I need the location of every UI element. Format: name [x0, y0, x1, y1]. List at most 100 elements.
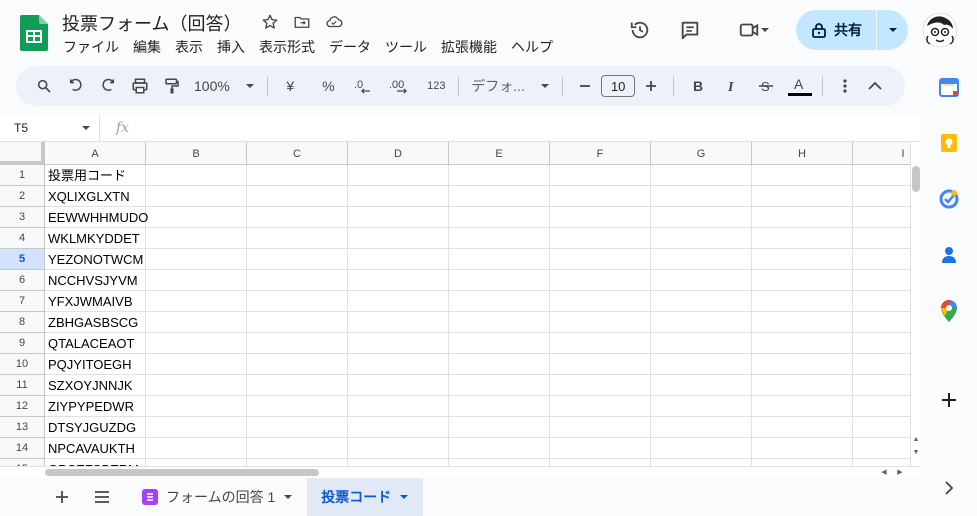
grid-cell[interactable] — [146, 291, 247, 312]
grid-cell[interactable]: QPCEFSBERM — [45, 459, 146, 466]
grid-cell[interactable] — [651, 459, 752, 466]
grid-cell[interactable] — [449, 333, 550, 354]
column-header[interactable]: I — [853, 142, 910, 165]
grid-cell[interactable]: YFXJWMAIVB — [45, 291, 146, 312]
column-header[interactable]: E — [449, 142, 550, 165]
keep-icon[interactable] — [937, 131, 961, 155]
grid-cell[interactable]: DTSYJGUZDG — [45, 417, 146, 438]
grid-cell[interactable] — [348, 375, 449, 396]
paint-format-icon[interactable] — [158, 72, 186, 100]
grid-cell[interactable] — [449, 375, 550, 396]
grid-cell[interactable] — [348, 333, 449, 354]
row-header[interactable]: 12 — [0, 396, 45, 417]
grid-cell[interactable]: YEZONOTWCM — [45, 249, 146, 270]
grid-cell[interactable] — [752, 396, 853, 417]
grid-cell[interactable] — [348, 165, 449, 186]
currency-format-button[interactable]: ¥ — [276, 72, 304, 100]
grid-cell[interactable] — [247, 438, 348, 459]
grid-cell[interactable] — [449, 438, 550, 459]
grid-cell[interactable] — [449, 417, 550, 438]
grid-cell[interactable] — [449, 396, 550, 417]
grid-cell[interactable]: WKLMKYDDET — [45, 228, 146, 249]
grid-cell[interactable] — [348, 186, 449, 207]
grid-cell[interactable] — [651, 438, 752, 459]
grid-cell[interactable]: NPCAVAUKTH — [45, 438, 146, 459]
grid-cell[interactable] — [752, 207, 853, 228]
font-size-input[interactable]: 10 — [601, 75, 636, 97]
grid-cell[interactable] — [449, 165, 550, 186]
grid-cell[interactable] — [146, 354, 247, 375]
all-sheets-button[interactable] — [86, 481, 118, 513]
grid-cell[interactable] — [449, 249, 550, 270]
grid-cell[interactable] — [853, 186, 910, 207]
column-header[interactable]: A — [45, 142, 146, 165]
grid-cell[interactable] — [247, 459, 348, 466]
grid-cell[interactable] — [651, 354, 752, 375]
grid-cell[interactable] — [853, 270, 910, 291]
chevron-down-icon[interactable] — [399, 492, 409, 502]
grid-cell[interactable]: QTALACEAOT — [45, 333, 146, 354]
horizontal-scrollbar[interactable]: ◀ ▶ — [0, 466, 921, 478]
row-header[interactable]: 6 — [0, 270, 45, 291]
vertical-scroll-thumb[interactable] — [912, 166, 920, 192]
grid-cell[interactable] — [651, 270, 752, 291]
sheets-logo-icon[interactable] — [20, 15, 48, 51]
grid-cell[interactable] — [550, 312, 651, 333]
column-header[interactable]: G — [651, 142, 752, 165]
grid-cell[interactable] — [146, 186, 247, 207]
font-select[interactable]: デフォ... — [467, 72, 554, 100]
grid-cell[interactable] — [550, 354, 651, 375]
grid-cell[interactable] — [651, 396, 752, 417]
percent-format-button[interactable]: % — [314, 72, 342, 100]
grid-cell[interactable] — [247, 354, 348, 375]
grid-cell[interactable] — [651, 186, 752, 207]
row-header[interactable]: 5 — [0, 249, 45, 270]
grid-cell[interactable] — [853, 333, 910, 354]
grid-cell[interactable] — [247, 186, 348, 207]
grid-cell[interactable] — [853, 417, 910, 438]
grid-cell[interactable] — [449, 354, 550, 375]
grid-cell[interactable] — [550, 165, 651, 186]
grid-cell[interactable]: PQJYITOEGH — [45, 354, 146, 375]
grid-cell[interactable] — [348, 459, 449, 466]
row-header[interactable]: 14 — [0, 438, 45, 459]
grid-cell[interactable] — [449, 291, 550, 312]
grid-cell[interactable] — [247, 375, 348, 396]
grid-cell[interactable] — [348, 396, 449, 417]
column-header[interactable]: F — [550, 142, 651, 165]
decrease-font-size-icon[interactable] — [571, 72, 599, 100]
grid-cell[interactable] — [550, 228, 651, 249]
share-main[interactable]: 共有 — [796, 10, 876, 50]
grid-cell[interactable] — [752, 312, 853, 333]
grid-cell[interactable] — [752, 228, 853, 249]
more-formats-button[interactable]: 123 — [422, 72, 450, 100]
add-sheet-button[interactable] — [46, 481, 78, 513]
grid-cell[interactable] — [449, 207, 550, 228]
print-icon[interactable] — [126, 72, 154, 100]
grid-cell[interactable] — [651, 375, 752, 396]
menu-tools[interactable]: ツール — [378, 37, 434, 57]
version-history-icon[interactable] — [622, 12, 658, 48]
row-header[interactable]: 1 — [0, 165, 45, 186]
more-options-icon[interactable] — [831, 72, 859, 100]
tab-vote-codes[interactable]: 投票コード — [307, 478, 424, 516]
menu-view[interactable]: 表示 — [168, 37, 210, 57]
horizontal-scroll-thumb[interactable] — [45, 469, 319, 476]
grid-cell[interactable] — [247, 291, 348, 312]
scroll-up-arrow-icon[interactable]: ▲ — [911, 434, 921, 444]
grid-cell[interactable] — [853, 249, 910, 270]
maps-icon[interactable] — [937, 299, 961, 323]
grid-cell[interactable] — [348, 207, 449, 228]
move-folder-icon[interactable] — [290, 10, 314, 34]
grid-cell[interactable]: 投票用コード — [45, 165, 146, 186]
scroll-down-arrow-icon[interactable]: ▼ — [911, 447, 921, 457]
grid-cell[interactable] — [247, 396, 348, 417]
grid-cell[interactable] — [853, 165, 910, 186]
grid-cell[interactable] — [550, 459, 651, 466]
grid-cell[interactable] — [247, 249, 348, 270]
grid-cell[interactable] — [146, 270, 247, 291]
grid-cell[interactable] — [550, 333, 651, 354]
grid-cell[interactable] — [651, 417, 752, 438]
grid-cell[interactable] — [247, 207, 348, 228]
grid-cell[interactable] — [247, 417, 348, 438]
